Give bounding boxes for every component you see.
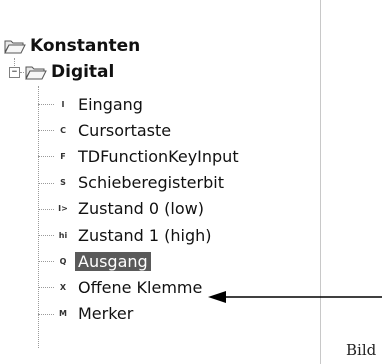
tree-item[interactable]: I Eingang xyxy=(54,91,143,117)
tree-connector xyxy=(38,104,54,105)
tree-item-label: Schieberegisterbit xyxy=(78,173,224,193)
tree-panel: Konstanten − Digital I Eingang C Cursortast… xyxy=(0,0,321,364)
tree-connector xyxy=(38,313,54,315)
block-type-icon: hi xyxy=(58,230,68,240)
tree-connector xyxy=(38,235,54,236)
block-type-icon: Q xyxy=(59,256,67,266)
tree-item-label: Merker xyxy=(78,304,134,324)
block-type-icon: X xyxy=(59,282,67,292)
block-type-icon: C xyxy=(60,125,66,135)
tree-guide-digital xyxy=(38,86,39,348)
tree-item-label: Zustand 1 (high) xyxy=(78,225,212,245)
tree-item-label: Cursortaste xyxy=(78,120,172,140)
tree-item[interactable]: X Offene Klemme xyxy=(54,274,202,300)
block-type-icon: S xyxy=(60,178,66,188)
tree-connector xyxy=(38,156,54,158)
tree-connector xyxy=(38,208,54,210)
tree-connector xyxy=(38,287,54,289)
tree-item-label: Offene Klemme xyxy=(78,277,203,297)
tree-item[interactable]: C Cursortaste xyxy=(54,117,171,143)
tree-connector xyxy=(38,261,54,263)
tree-item[interactable]: Q Ausgang xyxy=(54,248,151,274)
tree-node-konstanten[interactable]: Konstanten xyxy=(4,33,140,59)
block-type-icon: M xyxy=(59,309,67,319)
tree-connector xyxy=(38,130,54,132)
tree-item-label: Zustand 0 (low) xyxy=(78,199,204,219)
tree-node-digital[interactable]: Digital xyxy=(25,59,114,85)
tree-item-label-selected: Ausgang xyxy=(75,251,151,271)
block-type-icon: I xyxy=(61,99,65,109)
tree-connector xyxy=(20,72,24,73)
folder-open-icon xyxy=(25,64,47,80)
tree-node-label: Konstanten xyxy=(30,36,141,56)
tree-connector xyxy=(38,182,54,184)
tree-item[interactable]: S Schieberegisterbit xyxy=(54,170,224,196)
tree-item-label: TDFunctionKeyInput xyxy=(78,146,239,166)
pointer-arrow xyxy=(208,291,382,303)
tree-item[interactable]: hi Zustand 1 (high) xyxy=(54,222,212,248)
tree-node-label: Digital xyxy=(51,62,115,82)
collapse-toggle-icon[interactable]: − xyxy=(9,67,20,78)
tree-item-label: Eingang xyxy=(78,94,143,114)
tree-item[interactable]: F TDFunctionKeyInput xyxy=(54,143,239,169)
figure-caption: Bild xyxy=(346,341,377,359)
folder-open-icon xyxy=(4,38,26,54)
tree-item[interactable]: M Merker xyxy=(54,301,133,327)
block-type-icon: I> xyxy=(58,204,68,214)
tree-item[interactable]: I> Zustand 0 (low) xyxy=(54,196,204,222)
block-type-icon: F xyxy=(60,151,66,161)
